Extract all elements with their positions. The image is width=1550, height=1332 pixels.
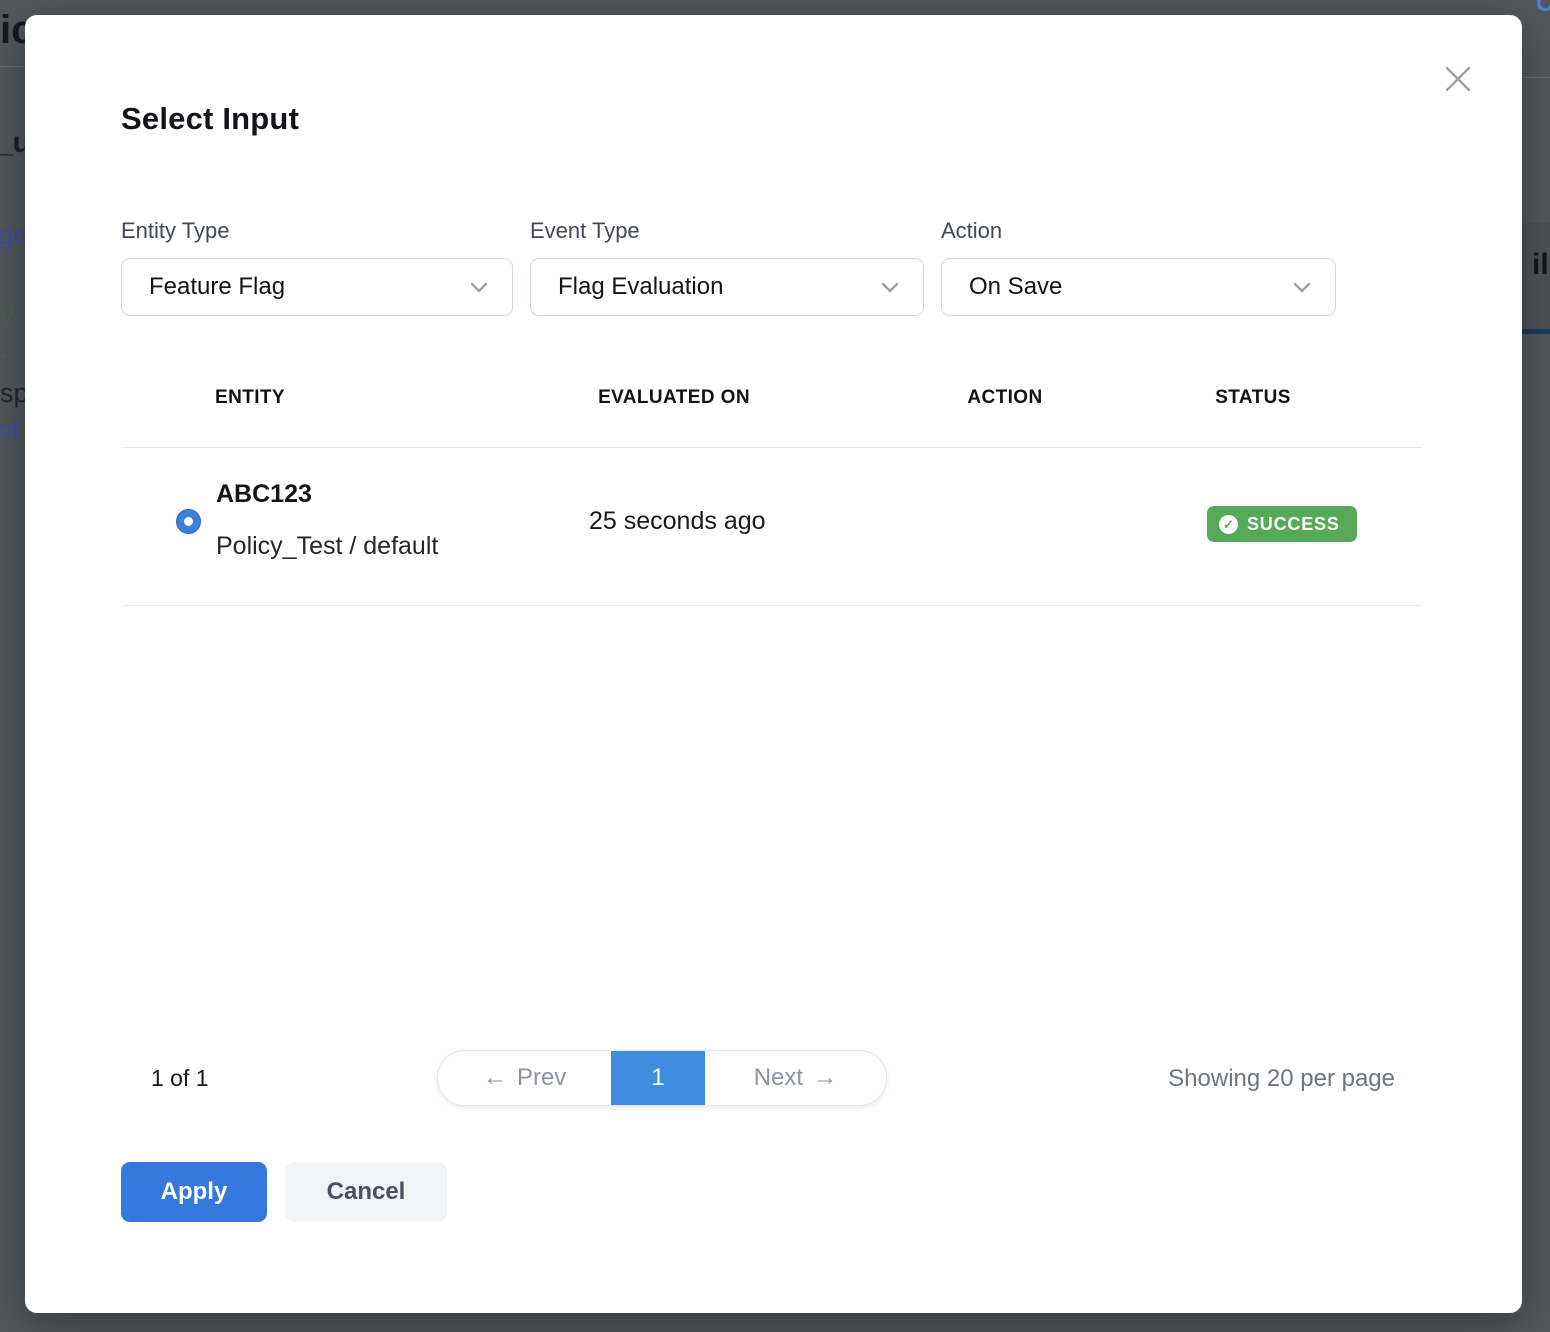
chevron-down-icon xyxy=(1293,282,1311,293)
prev-page-button[interactable]: ← Prev xyxy=(438,1051,611,1105)
entity-type-select[interactable]: Feature Flag xyxy=(121,258,513,316)
column-header-entity: ENTITY xyxy=(215,387,285,409)
modal-title: Select Input xyxy=(121,101,299,137)
backdrop-text-fragment: ge xyxy=(0,220,28,251)
close-button[interactable] xyxy=(1436,59,1480,103)
event-type-label: Event Type xyxy=(530,218,924,244)
action-value: On Save xyxy=(969,273,1293,301)
entity-type-label: Entity Type xyxy=(121,218,513,244)
page-number-button[interactable]: 1 xyxy=(611,1051,705,1105)
action-label: Action xyxy=(941,218,1336,244)
column-header-evaluated-on: EVALUATED ON xyxy=(598,387,750,409)
filter-entity-type: Entity Type Feature Flag xyxy=(121,218,513,316)
entity-name: ABC123 xyxy=(216,480,312,509)
row-radio-selected[interactable] xyxy=(176,509,201,534)
backdrop-panel xyxy=(1522,223,1550,329)
check-circle-icon: ✓ xyxy=(1219,515,1238,534)
action-select[interactable]: On Save xyxy=(941,258,1336,316)
chevron-down-icon xyxy=(470,282,488,293)
entity-type-value: Feature Flag xyxy=(149,273,470,301)
event-type-value: Flag Evaluation xyxy=(558,273,881,301)
cancel-button[interactable]: Cancel xyxy=(285,1162,447,1222)
status-badge: ✓ SUCCESS xyxy=(1207,506,1357,542)
filter-event-type: Event Type Flag Evaluation xyxy=(530,218,924,316)
select-input-modal: Select Input Entity Type Feature Flag Ev… xyxy=(25,15,1522,1313)
backdrop-divider xyxy=(0,66,25,67)
backdrop-text-fragment: y xyxy=(0,300,14,331)
per-page-info: Showing 20 per page xyxy=(1168,1065,1395,1093)
filter-action: Action On Save xyxy=(941,218,1336,316)
prev-label: Prev xyxy=(517,1064,566,1092)
apply-button[interactable]: Apply xyxy=(121,1162,267,1222)
column-header-status: STATUS xyxy=(1215,387,1291,409)
evaluated-on: 25 seconds ago xyxy=(589,507,766,536)
column-header-action: ACTION xyxy=(967,387,1042,409)
pager: ← Prev 1 Next → xyxy=(437,1050,887,1106)
backdrop-text-fragment: C xyxy=(1536,0,1550,18)
page-summary: 1 of 1 xyxy=(151,1065,209,1092)
table-divider xyxy=(123,447,1422,448)
next-label: Next xyxy=(754,1064,803,1092)
backdrop-text-fragment: . xyxy=(0,332,8,366)
arrow-right-icon: → xyxy=(813,1064,837,1092)
backdrop-text-fragment: ot xyxy=(0,414,20,445)
event-type-select[interactable]: Flag Evaluation xyxy=(530,258,924,316)
table-divider xyxy=(123,605,1422,606)
next-page-button[interactable]: Next → xyxy=(705,1051,886,1105)
entity-detail: Policy_Test / default xyxy=(216,532,438,561)
backdrop-tab-underline xyxy=(1522,329,1550,334)
chevron-down-icon xyxy=(881,282,899,293)
status-label: SUCCESS xyxy=(1247,514,1340,535)
backdrop-divider xyxy=(1522,77,1550,78)
close-icon xyxy=(1443,64,1473,99)
arrow-left-icon: ← xyxy=(483,1064,507,1092)
filter-bar: Entity Type Feature Flag Event Type Flag… xyxy=(121,218,1336,316)
